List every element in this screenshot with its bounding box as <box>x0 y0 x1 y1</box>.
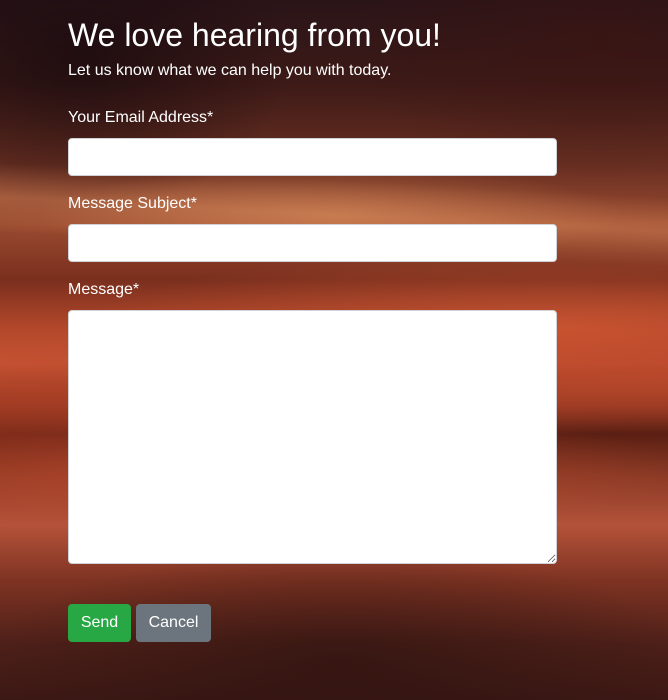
send-button[interactable]: Send <box>68 604 131 642</box>
page-subtitle: Let us know what we can help you with to… <box>68 62 392 79</box>
cancel-button[interactable]: Cancel <box>136 604 211 642</box>
email-label: Your Email Address* <box>68 109 214 126</box>
email-field[interactable] <box>68 138 557 176</box>
message-label: Message* <box>68 281 140 298</box>
subject-field[interactable] <box>68 224 557 262</box>
page-title: We love hearing from you! <box>68 17 441 53</box>
message-textarea[interactable] <box>68 310 557 564</box>
subject-label: Message Subject* <box>68 195 197 212</box>
